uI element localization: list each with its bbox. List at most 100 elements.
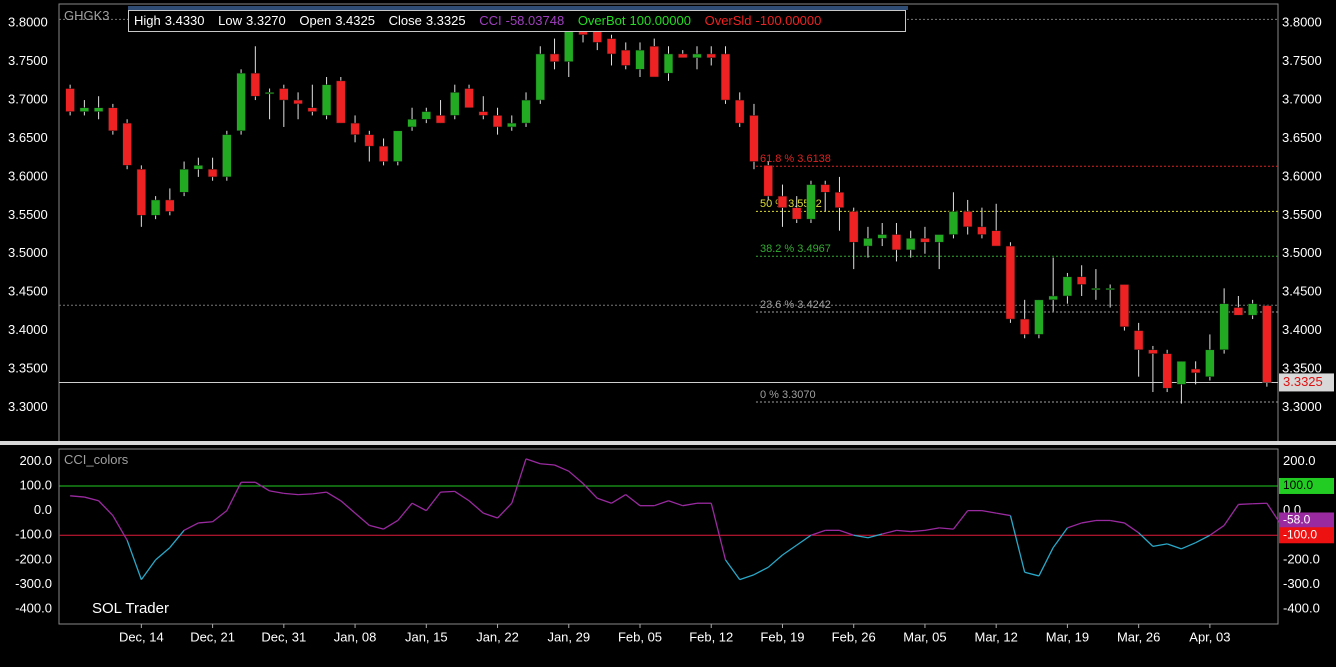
symbol-label: GHGK3	[64, 8, 110, 23]
candle-body[interactable]	[294, 100, 303, 104]
candle-body[interactable]	[1205, 350, 1214, 377]
candle-body[interactable]	[1234, 308, 1243, 316]
candle-body[interactable]	[507, 123, 516, 127]
candle-body[interactable]	[465, 89, 474, 108]
candle-body[interactable]	[949, 211, 958, 234]
candle-body[interactable]	[735, 100, 744, 123]
candle-body[interactable]	[94, 108, 103, 112]
candle-body[interactable]	[408, 119, 417, 127]
candle-body[interactable]	[322, 85, 331, 116]
candle-body[interactable]	[1049, 296, 1058, 300]
candle-body[interactable]	[436, 115, 445, 123]
candle-body[interactable]	[792, 208, 801, 220]
candle-body[interactable]	[194, 165, 203, 169]
candle-body[interactable]	[1063, 277, 1072, 296]
panel-splitter[interactable]	[0, 441, 1336, 445]
candle-body[interactable]	[721, 54, 730, 100]
candle-body[interactable]	[636, 50, 645, 69]
candle-body[interactable]	[1006, 246, 1015, 319]
candle-body[interactable]	[393, 131, 402, 162]
candle-body[interactable]	[1220, 304, 1229, 350]
candle-body[interactable]	[1177, 361, 1186, 384]
overbot-value: 100.00000	[630, 13, 691, 28]
candle-body[interactable]	[1163, 354, 1172, 389]
candle-body[interactable]	[279, 89, 288, 101]
candle-body[interactable]	[450, 92, 459, 115]
time-tick-label: Feb, 19	[760, 629, 804, 644]
candle-body[interactable]	[522, 100, 531, 123]
candle-body[interactable]	[493, 115, 502, 127]
candle-body[interactable]	[351, 123, 360, 135]
candle-body[interactable]	[906, 238, 915, 250]
ohlc-infobar[interactable]: High3.4330 Low3.3270 Open3.4325 Close3.3…	[128, 10, 906, 32]
candle-body[interactable]	[151, 200, 160, 215]
candle-body[interactable]	[707, 54, 716, 58]
price-tick-right: 3.7000	[1282, 91, 1322, 106]
candle-body[interactable]	[237, 73, 246, 131]
candle-body[interactable]	[336, 81, 345, 123]
candle-body[interactable]	[265, 92, 274, 94]
candle-body[interactable]	[864, 238, 873, 246]
cci-segment	[896, 530, 910, 531]
candle-body[interactable]	[422, 112, 431, 120]
candle-body[interactable]	[123, 123, 132, 165]
cci-segment	[170, 530, 184, 547]
cci-layer[interactable]	[59, 459, 1281, 580]
candle-body[interactable]	[693, 54, 702, 58]
candle-body[interactable]	[1020, 319, 1029, 334]
candle-body[interactable]	[921, 238, 930, 242]
candle-body[interactable]	[750, 115, 759, 161]
candle-body[interactable]	[892, 235, 901, 250]
candle-body[interactable]	[66, 89, 75, 112]
cci-segment	[84, 497, 98, 501]
candle-body[interactable]	[80, 108, 89, 112]
candle-body[interactable]	[1106, 288, 1115, 290]
candle-body[interactable]	[536, 54, 545, 100]
candle-body[interactable]	[664, 54, 673, 73]
candle-body[interactable]	[878, 235, 887, 239]
candle-body[interactable]	[849, 211, 858, 242]
cci-segment	[925, 528, 939, 530]
candle-body[interactable]	[1248, 304, 1257, 316]
candle-body[interactable]	[963, 211, 972, 226]
candle-body[interactable]	[308, 108, 317, 112]
candle-body[interactable]	[835, 192, 844, 207]
candle-body[interactable]	[180, 169, 189, 192]
candle-body[interactable]	[621, 50, 630, 65]
cci-segment	[1210, 525, 1224, 535]
candle-body[interactable]	[1091, 288, 1100, 290]
candle-body[interactable]	[1134, 331, 1143, 350]
candle-body[interactable]	[1191, 369, 1200, 373]
candle-body[interactable]	[992, 231, 1001, 246]
candle-body[interactable]	[165, 200, 174, 212]
candle-body[interactable]	[564, 27, 573, 62]
candle-body[interactable]	[764, 165, 773, 196]
candle-body[interactable]	[137, 169, 146, 215]
cci-segment	[483, 513, 497, 518]
candle-body[interactable]	[550, 54, 559, 62]
cci-segment	[498, 503, 512, 518]
candle-body[interactable]	[678, 54, 687, 58]
candle-body[interactable]	[108, 108, 117, 131]
candle-body[interactable]	[1035, 300, 1044, 335]
candle-body[interactable]	[978, 227, 987, 235]
time-tick-label: Jan, 22	[476, 629, 519, 644]
candle-layer[interactable]	[66, 19, 1272, 403]
candle-body[interactable]	[607, 39, 616, 54]
candle-body[interactable]	[479, 112, 488, 116]
candle-body[interactable]	[222, 135, 231, 177]
candle-body[interactable]	[208, 169, 217, 177]
candle-body[interactable]	[778, 196, 787, 208]
candle-body[interactable]	[379, 146, 388, 161]
candle-body[interactable]	[365, 135, 374, 147]
candle-body[interactable]	[1148, 350, 1157, 354]
candle-body[interactable]	[935, 235, 944, 243]
candle-body[interactable]	[251, 73, 260, 96]
candle-body[interactable]	[807, 185, 816, 220]
candle-body[interactable]	[1077, 277, 1086, 285]
candle-body[interactable]	[1120, 284, 1129, 326]
candle-body[interactable]	[650, 46, 659, 77]
candle-body[interactable]	[1262, 306, 1271, 383]
candle-body[interactable]	[821, 185, 830, 193]
candle-body[interactable]	[593, 31, 602, 43]
